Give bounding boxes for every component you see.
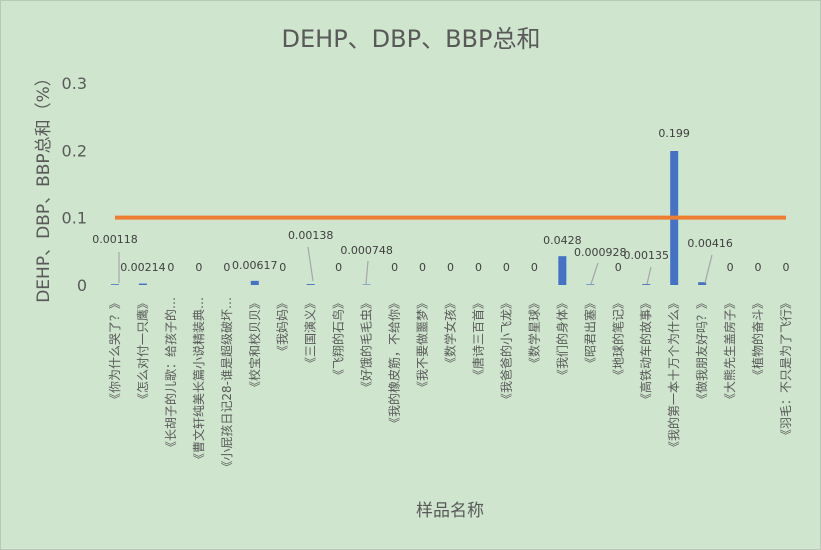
category-label-11: 《我不要做噩梦》 xyxy=(415,297,430,393)
category-label-15: 《数学星球》 xyxy=(526,297,541,369)
chart: DEHP、DBP、BBP总和 DEHP、DBP、BBP总和（%） 样品名称 00… xyxy=(0,0,821,550)
data-label-8: 0 xyxy=(335,261,342,274)
category-label-16: 《我们的身体》 xyxy=(554,297,569,381)
category-label-7: 《三国演义》 xyxy=(303,297,318,369)
data-label-20: 0.199 xyxy=(658,127,690,140)
data-label-19: 0.00135 xyxy=(623,249,669,262)
chart-title: DEHP、DBP、BBP总和 xyxy=(282,25,541,53)
category-label-20: 《我的第一本十万个为什么》 xyxy=(666,297,681,453)
category-label-0: 《你为什么哭了？》 xyxy=(108,297,122,405)
leader-line-19 xyxy=(646,266,652,285)
data-label-13: 0 xyxy=(475,261,482,274)
y-tick-label-2: 0.2 xyxy=(62,141,87,160)
data-label-2: 0 xyxy=(167,261,174,274)
data-label-23: 0 xyxy=(755,261,762,274)
data-label-7: 0.00138 xyxy=(288,229,334,242)
data-labels: 0.001180.00214 0 0 0 0.00617 00.0013800.00074… xyxy=(92,127,789,274)
category-label-23: 《植物的奋斗》 xyxy=(750,297,765,381)
bar-9 xyxy=(362,284,371,285)
y-tick-label-1: 0.1 xyxy=(62,209,87,228)
x-axis-labels: 《你为什么哭了？》 《怎么对付一只鹰》 《长胡子的儿歌：给孩子的… 《曹文轩纯美长篇小… xyxy=(108,297,793,473)
category-label-10: 《我的橡皮筋，不给你》 xyxy=(387,297,402,429)
bar-16 xyxy=(558,256,567,285)
data-label-17: 0.000928 xyxy=(574,246,627,259)
data-label-15: 0 xyxy=(531,261,538,274)
category-label-12: 《数学女孩》 xyxy=(443,297,458,369)
category-label-2: 《长胡子的儿歌：给孩子的… xyxy=(163,297,178,453)
category-label-6: 《我妈妈》 xyxy=(276,297,290,357)
leader-line-21 xyxy=(704,254,713,284)
category-label-22: 《大熊先生盖房子》 xyxy=(722,297,737,405)
x-axis-title: 样品名称 xyxy=(416,501,484,521)
category-label-18: 《地球的笔记》 xyxy=(610,297,625,381)
bar-19 xyxy=(642,284,651,285)
data-label-6: 0 xyxy=(279,261,286,274)
bar-5 xyxy=(250,280,259,285)
category-label-21: 《做我朋友好吗？》 xyxy=(694,297,709,405)
data-label-0: 0.00118 xyxy=(92,233,138,246)
leader-line-9 xyxy=(365,260,369,285)
data-label-18: 0 xyxy=(615,261,622,274)
y-tick-label-3: 0.3 xyxy=(62,74,87,93)
data-label-10: 0 xyxy=(391,261,398,274)
chart-canvas: DEHP、DBP、BBP总和 DEHP、DBP、BBP总和（%） 样品名称 00… xyxy=(34,25,793,521)
bar-17 xyxy=(586,284,595,285)
bar-1 xyxy=(138,283,147,285)
category-label-13: 《唐诗三百首》 xyxy=(470,297,485,381)
data-label-11: 0 xyxy=(419,261,426,274)
y-axis-title: DEHP、DBP、BBP总和（%） xyxy=(34,69,54,303)
category-label-1: 《怎么对付一只鹰》 xyxy=(135,297,150,405)
category-label-8: 《飞翔的石鸟》 xyxy=(331,297,346,381)
data-label-12: 0 xyxy=(447,261,454,274)
data-label-4: 0 xyxy=(223,261,230,274)
data-label-21: 0.00416 xyxy=(687,237,733,250)
data-label-1: 0.00214 xyxy=(120,261,166,274)
data-label-14: 0 xyxy=(503,261,510,274)
data-label-3: 0 xyxy=(195,261,202,274)
data-label-22: 0 xyxy=(727,261,734,274)
category-label-17: 《昭君出塞》 xyxy=(582,297,597,369)
data-label-5: 0.00617 xyxy=(232,259,278,272)
bar-0 xyxy=(110,284,119,285)
y-axis: 0 0.1 0.2 0.3 xyxy=(62,74,87,295)
category-label-5: 《校宝和校贝贝》 xyxy=(247,297,262,393)
leader-line-17 xyxy=(590,262,599,285)
y-tick-label-0: 0 xyxy=(77,276,87,295)
category-label-14: 《我爸爸的小飞龙》 xyxy=(498,297,513,405)
category-label-24: 《羽毛：不只是为了飞行》 xyxy=(779,297,793,441)
category-label-19: 《高铁动车的故事》 xyxy=(638,297,653,405)
category-label-9: 《好饿的毛毛虫》 xyxy=(359,297,374,393)
category-label-4: 《小屁孩日记28-谁是超级破坏… xyxy=(219,297,234,473)
category-label-3: 《曹文轩纯美长篇小说精装典… xyxy=(191,297,206,465)
leader-line-7 xyxy=(307,246,314,282)
bar-7 xyxy=(306,284,315,285)
data-label-24: 0 xyxy=(783,261,790,274)
data-label-9: 0.000748 xyxy=(340,244,393,257)
